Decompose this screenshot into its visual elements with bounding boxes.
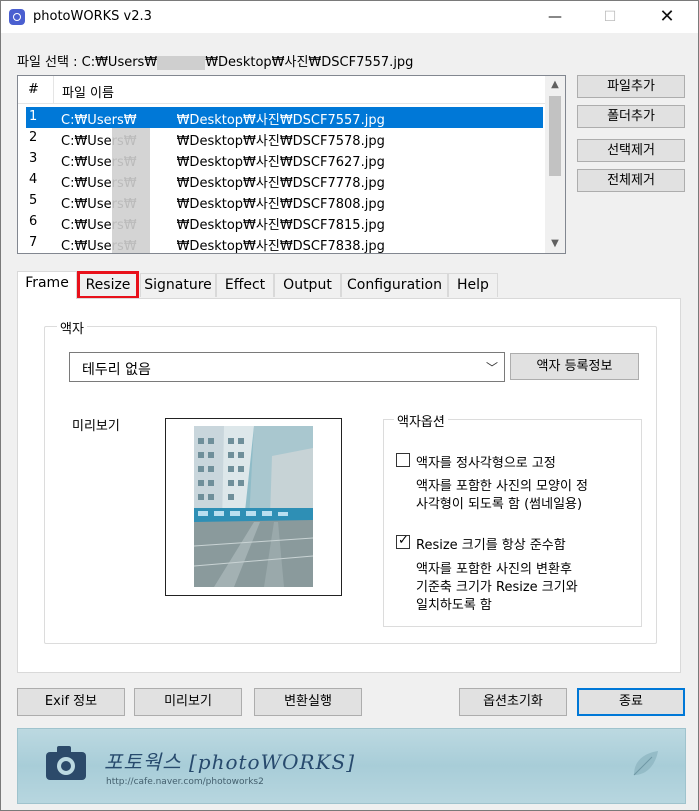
file-list-scrollbar[interactable]: ▲ ▼ [545, 76, 565, 253]
remove-all-button[interactable]: 전체제거 [577, 169, 685, 192]
square-frame-checkbox[interactable] [396, 453, 410, 467]
maximize-button[interactable]: ☐ [587, 1, 633, 33]
keep-resize-description-line3: 일치하도록 함 [416, 598, 492, 613]
tab-help[interactable]: Help [448, 273, 498, 297]
banner-url[interactable]: http://cafe.naver.com/photoworks2 [106, 777, 264, 787]
keep-resize-description-line2: 기준축 크기가 Resize 크기와 [416, 580, 578, 595]
row-path: C:₩Users₩ ₩Desktop₩사진₩DSCF7578.jpg [61, 134, 385, 149]
title-bar[interactable]: photoWORKS v2.3 — ☐ ✕ [1, 1, 698, 33]
frame-options-title: 액자옵션 [394, 411, 448, 430]
row-path: C:₩Users₩ ₩Desktop₩사진₩DSCF7778.jpg [61, 176, 385, 191]
row-path: C:₩Users₩ ₩Desktop₩사진₩DSCF7627.jpg [61, 155, 385, 170]
preview-button[interactable]: 미리보기 [134, 688, 242, 716]
street-photo-image [194, 426, 313, 587]
frame-group-title: 액자 [57, 318, 87, 337]
row-path: C:₩Users₩ ₩Desktop₩사진₩DSCF7557.jpg [61, 113, 385, 128]
close-button[interactable]: ✕ [644, 1, 690, 33]
leaf-icon [633, 751, 658, 776]
frame-select-value: 테두리 없음 [82, 362, 151, 378]
preview-label: 미리보기 [72, 419, 120, 434]
column-header-filename[interactable]: 파일 이름 [62, 82, 114, 101]
tab-resize[interactable]: Resize [77, 271, 139, 299]
redacted-username [112, 212, 150, 233]
scroll-thumb[interactable] [549, 96, 561, 176]
redacted-username [112, 191, 150, 212]
preview-box [165, 418, 342, 596]
redacted-username [112, 170, 150, 191]
chevron-down-icon: ﹀ [485, 361, 498, 375]
camera-icon [46, 746, 86, 780]
file-row-1[interactable]: 1 C:₩Users₩ ₩Desktop₩사진₩DSCF7557.jpg [26, 107, 543, 128]
square-frame-description-line1: 액자를 포함한 사진의 모양이 정 [416, 479, 589, 494]
add-file-button[interactable]: 파일추가 [577, 75, 685, 98]
banner-title: 포토웍스 [photoWORKS] [104, 750, 356, 774]
redacted-username [112, 128, 150, 149]
row-path: C:₩Users₩ ₩Desktop₩사진₩DSCF7808.jpg [61, 197, 385, 212]
row-path: C:₩Users₩ ₩Desktop₩사진₩DSCF7838.jpg [61, 239, 385, 254]
tab-bar: Frame Resize Signature Effect Output Con… [17, 271, 681, 299]
row-number: 1 [29, 109, 38, 124]
file-list[interactable]: # 파일 이름 1 C:₩Users₩ ₩Desktop₩사진₩DSCF7557.… [17, 75, 566, 254]
keep-resize-label[interactable]: Resize 크기를 항상 준수함 [416, 534, 566, 553]
frame-properties-button[interactable]: 액자 등록정보 [510, 353, 639, 380]
frame-select[interactable]: 테두리 없음 ﹀ [69, 352, 505, 382]
remove-selected-button[interactable]: 선택제거 [577, 139, 685, 162]
reset-options-button[interactable]: 옵션초기화 [459, 688, 567, 716]
tab-effect[interactable]: Effect [216, 273, 274, 297]
redacted-username [157, 55, 206, 70]
selected-file-prefix: 파일 선택 : C:₩Users₩ [17, 55, 158, 70]
keep-resize-checkbox[interactable]: ✓ [396, 533, 410, 549]
scroll-up-arrow-icon[interactable]: ▲ [545, 76, 565, 94]
preview-photo [194, 426, 313, 587]
exit-button[interactable]: 종료 [577, 688, 685, 716]
app-window: photoWORKS v2.3 — ☐ ✕ 파일 선택 : C:₩Users₩ ₩… [0, 0, 699, 811]
minimize-button[interactable]: — [532, 1, 578, 33]
square-frame-description-line2: 사각형이 되도록 함 (썸네일용) [416, 497, 583, 512]
row-path: C:₩Users₩ ₩Desktop₩사진₩DSCF7815.jpg [61, 218, 385, 233]
banner[interactable]: 포토웍스 [photoWORKS] http://cafe.naver.com/… [17, 728, 686, 804]
window-title: photoWORKS v2.3 [33, 9, 152, 24]
scroll-down-arrow-icon[interactable]: ▼ [545, 235, 565, 253]
selected-file-label: 파일 선택 : C:₩Users₩ ₩Desktop₩사진₩DSCF7557.jp… [17, 51, 413, 70]
column-divider[interactable] [53, 76, 54, 104]
convert-button[interactable]: 변환실행 [254, 688, 362, 716]
square-frame-label[interactable]: 액자를 정사각형으로 고정 [416, 452, 556, 471]
row-number: 6 [29, 214, 38, 229]
file-row-7[interactable]: 7 C:₩Users₩ ₩Desktop₩사진₩DSCF7838.jpg [26, 233, 543, 254]
exif-info-button[interactable]: Exif 정보 [17, 688, 125, 716]
row-number: 2 [29, 130, 38, 145]
tab-configuration[interactable]: Configuration [341, 273, 448, 297]
file-row-4[interactable]: 4 C:₩Users₩ ₩Desktop₩사진₩DSCF7778.jpg [26, 170, 543, 191]
row-number: 3 [29, 151, 38, 166]
file-list-header: # 파일 이름 [18, 76, 545, 104]
checkmark-icon: ✓ [398, 533, 409, 548]
tab-output[interactable]: Output [274, 273, 341, 297]
keep-resize-description-line1: 액자를 포함한 사진의 변환후 [416, 562, 572, 577]
file-row-5[interactable]: 5 C:₩Users₩ ₩Desktop₩사진₩DSCF7808.jpg [26, 191, 543, 212]
tab-frame[interactable]: Frame [17, 271, 77, 299]
file-row-6[interactable]: 6 C:₩Users₩ ₩Desktop₩사진₩DSCF7815.jpg [26, 212, 543, 233]
camera-app-icon [9, 9, 25, 25]
file-row-2[interactable]: 2 C:₩Users₩ ₩Desktop₩사진₩DSCF7578.jpg [26, 128, 543, 149]
row-number: 4 [29, 172, 38, 187]
file-row-3[interactable]: 3 C:₩Users₩ ₩Desktop₩사진₩DSCF7627.jpg [26, 149, 543, 170]
row-number: 7 [29, 235, 38, 250]
column-header-number[interactable]: # [28, 82, 39, 97]
add-folder-button[interactable]: 폴더추가 [577, 105, 685, 128]
selected-file-suffix: ₩Desktop₩사진₩DSCF7557.jpg [205, 55, 414, 70]
redacted-username [112, 149, 150, 170]
row-number: 5 [29, 193, 38, 208]
tab-signature[interactable]: Signature [140, 273, 216, 297]
redacted-username [112, 233, 150, 253]
